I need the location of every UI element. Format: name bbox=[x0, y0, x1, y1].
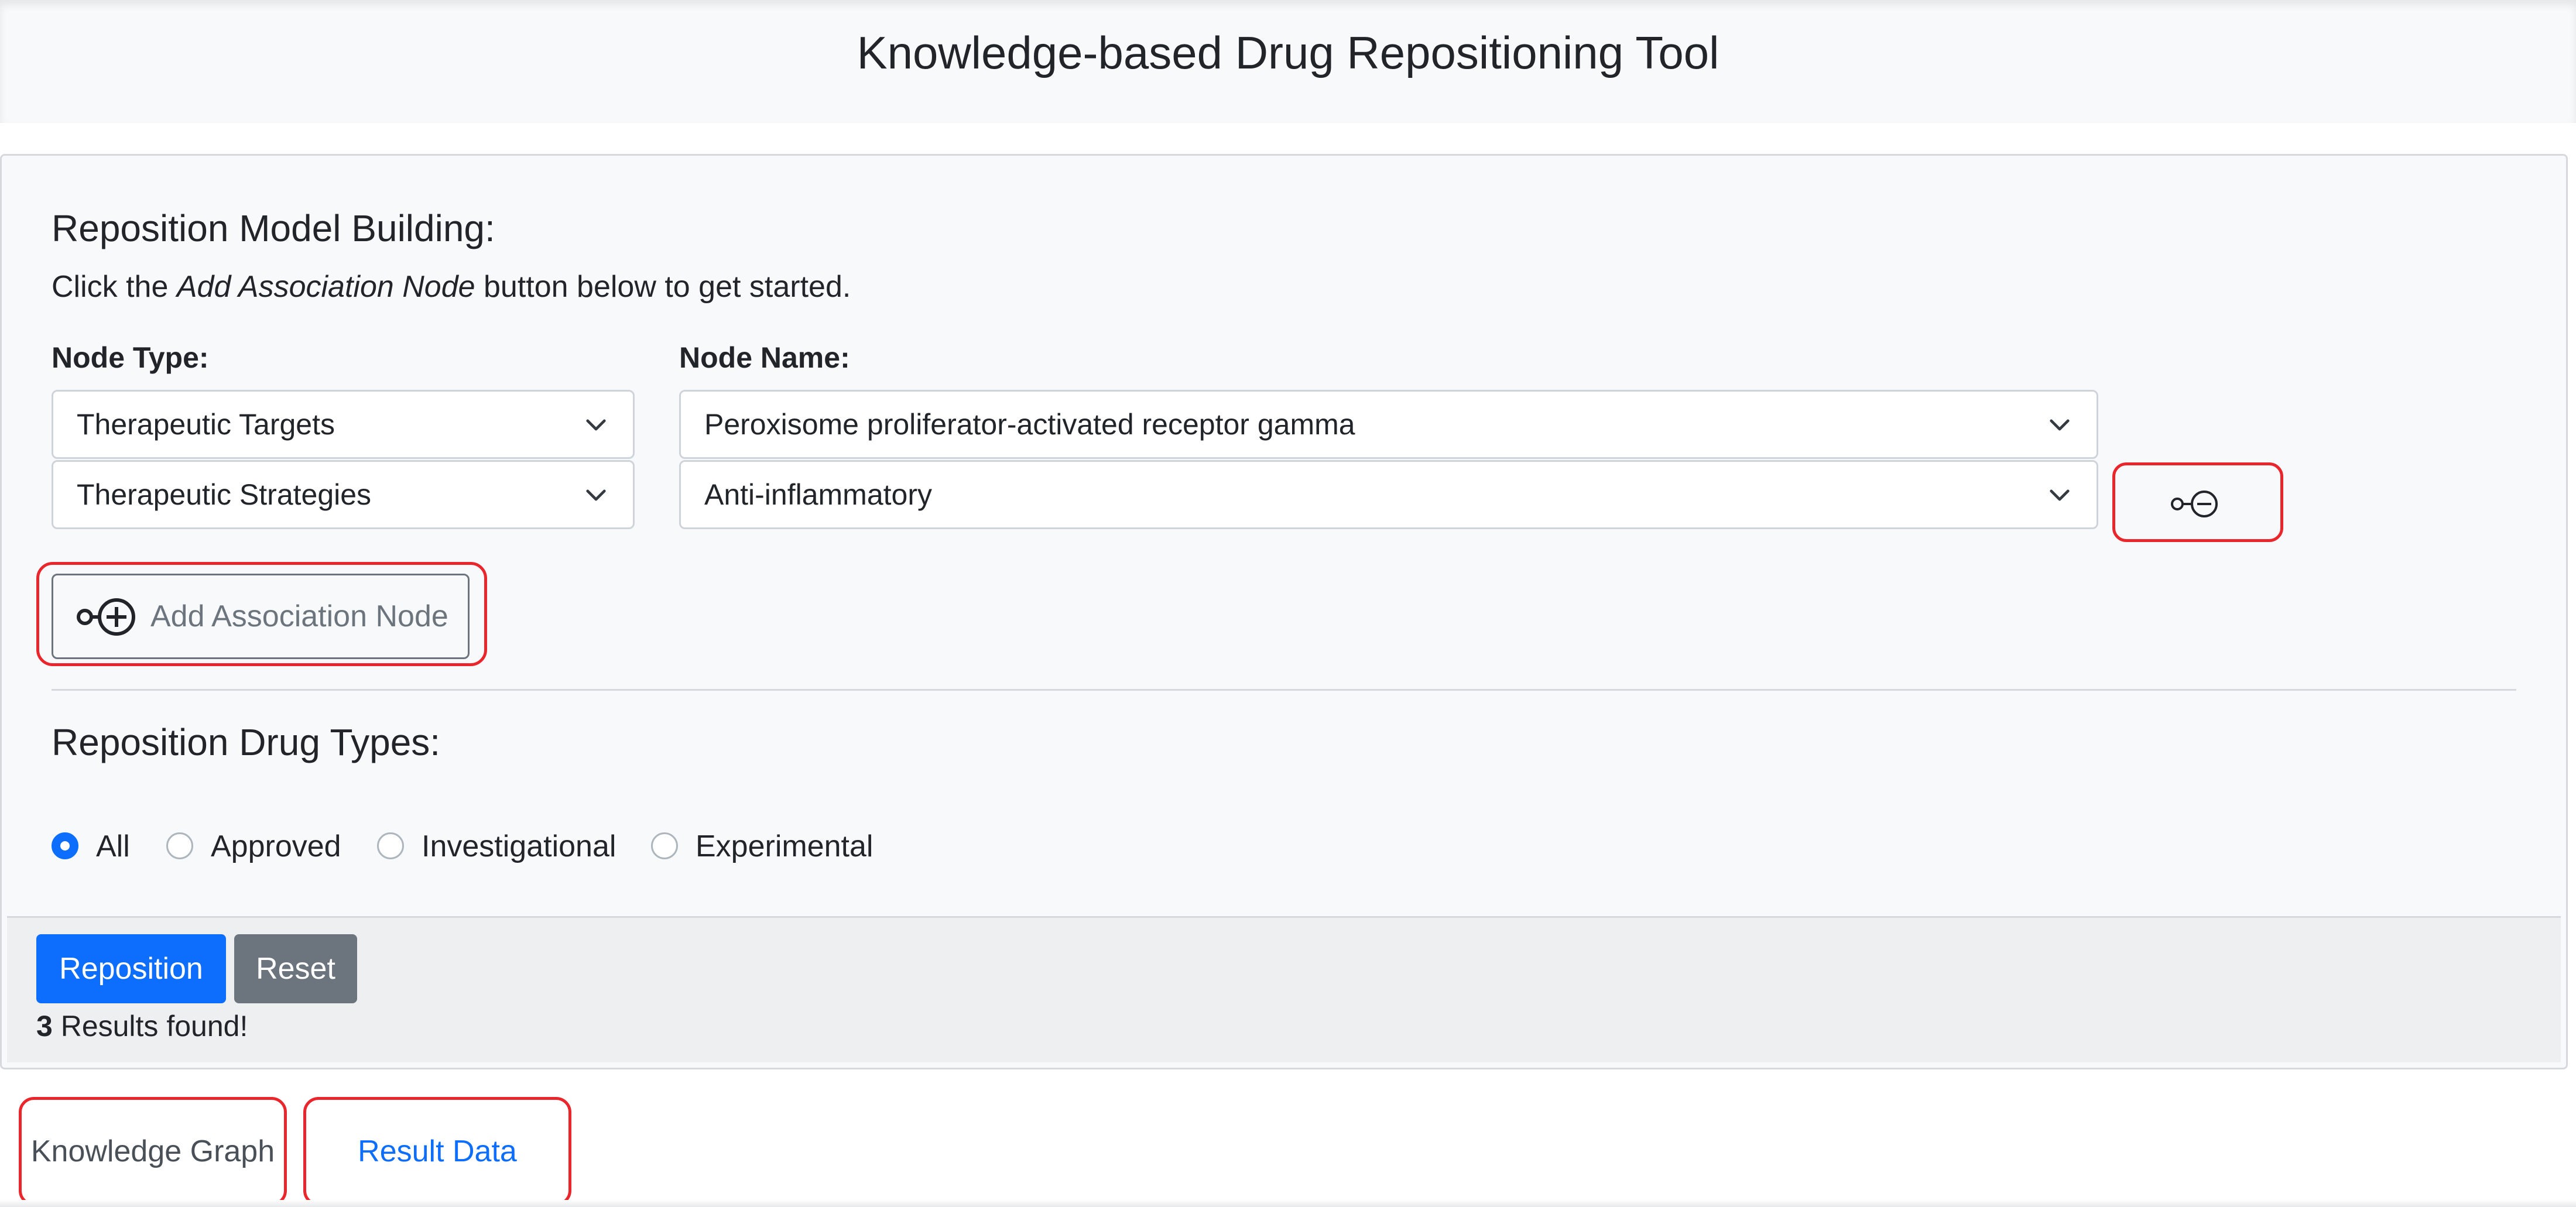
node-type-value: Therapeutic Targets bbox=[77, 408, 335, 441]
section-divider bbox=[52, 689, 2516, 691]
page-title: Knowledge-based Drug Repositioning Tool bbox=[857, 27, 1719, 78]
node-type-label: Node Type: bbox=[52, 341, 209, 374]
remove-node-button[interactable] bbox=[2112, 462, 2283, 542]
radio-label: Investigational bbox=[422, 829, 616, 863]
reset-button[interactable]: Reset bbox=[234, 934, 357, 1003]
node-name-select-1[interactable]: Peroxisome proliferator-activated recept… bbox=[679, 390, 2098, 459]
radio-label: Experimental bbox=[696, 829, 873, 863]
node-minus-icon bbox=[2171, 491, 2218, 517]
chevron-down-icon bbox=[586, 489, 606, 501]
node-name-value: Anti-inflammatory bbox=[704, 478, 932, 511]
node-type-select-1[interactable]: Therapeutic Targets bbox=[52, 390, 635, 459]
chevron-down-icon bbox=[2050, 489, 2070, 501]
node-plus-icon bbox=[77, 598, 135, 636]
reposition-button[interactable]: Reposition bbox=[36, 934, 226, 1003]
add-button-label: Add Association Node bbox=[150, 599, 448, 633]
radio-circle[interactable] bbox=[377, 832, 404, 859]
radio-circle[interactable] bbox=[166, 832, 193, 859]
tab-result-data[interactable]: Result Data bbox=[303, 1097, 571, 1206]
model-building-title: Reposition Model Building: bbox=[52, 207, 495, 249]
node-type-select-2[interactable]: Therapeutic Strategies bbox=[52, 460, 635, 529]
radio-label: Approved bbox=[211, 829, 341, 863]
radio-circle-checked[interactable] bbox=[52, 832, 78, 859]
node-name-label: Node Name: bbox=[679, 341, 850, 374]
radio-label: All bbox=[96, 829, 130, 863]
node-name-select-2[interactable]: Anti-inflammatory bbox=[679, 460, 2098, 529]
drug-types-title: Reposition Drug Types: bbox=[52, 721, 441, 763]
tab-knowledge-graph[interactable]: Knowledge Graph bbox=[19, 1097, 287, 1206]
tab-bar-border bbox=[0, 1200, 2576, 1207]
radio-circle[interactable] bbox=[651, 832, 678, 859]
results-count: 3 bbox=[36, 1010, 53, 1043]
chevron-down-icon bbox=[586, 419, 606, 431]
app-header: Knowledge-based Drug Repositioning Tool bbox=[0, 0, 2576, 123]
chevron-down-icon bbox=[2050, 419, 2070, 431]
card-footer bbox=[7, 916, 2561, 1062]
results-count-text: 3 Results found! bbox=[36, 1010, 248, 1043]
intro-emphasis: Add Association Node bbox=[176, 270, 475, 304]
intro-text: Click the Add Association Node button be… bbox=[52, 270, 851, 304]
node-type-value: Therapeutic Strategies bbox=[77, 478, 372, 511]
node-name-value: Peroxisome proliferator-activated recept… bbox=[704, 408, 1355, 441]
add-association-node-button[interactable]: Add Association Node bbox=[52, 574, 470, 659]
